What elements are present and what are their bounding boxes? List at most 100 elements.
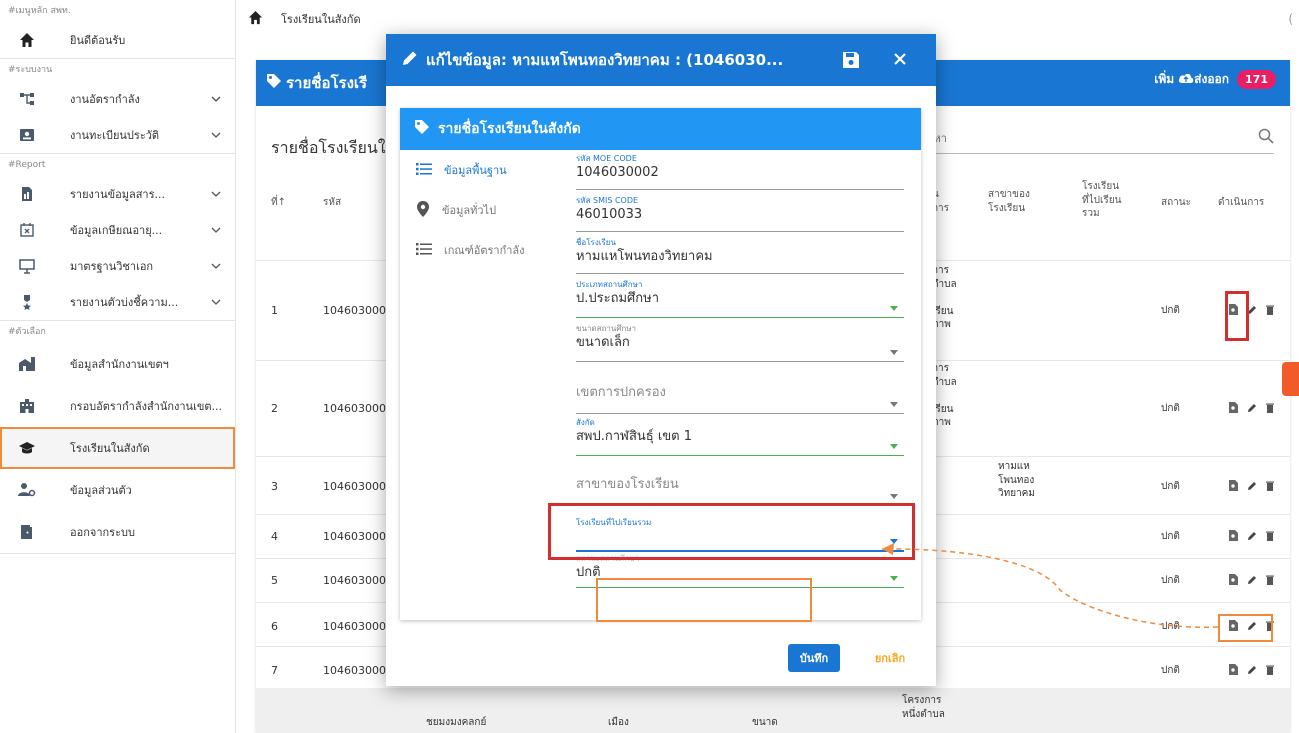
row-5-actions [1229, 574, 1274, 588]
sidebar: #เมนูหลัก สพท. ยินดีต้อนรับ #ระบบงาน งาน… [0, 0, 236, 733]
moe-code-field[interactable]: รหัส MOE CODE 1046030002 [576, 154, 904, 190]
row-2-status: ปกติ [1161, 403, 1180, 414]
sidebar-item-welcome[interactable]: ยินดีต้อนรับ [0, 22, 235, 58]
sidebar-item-indicator[interactable]: รายงานตัวบ่งชี้ความ... [0, 284, 235, 320]
row-6-code: 104603000 [323, 620, 386, 633]
affiliation-select[interactable]: สังกัด สพป.กาฬสินธุ์ เขต 1 [576, 418, 904, 456]
sidebar-item-label: ออกจากระบบ [70, 526, 135, 539]
sidebar-item-label: ยินดีต้อนรับ [70, 34, 126, 47]
field-label: รหัส SMIS CODE [576, 196, 639, 205]
view-icon[interactable] [1229, 402, 1238, 416]
sidebar-item-office-manpower[interactable]: กรอบอัตรากำลังสำนักงานเขต... [0, 385, 235, 427]
sidebar-item-registry[interactable]: งานทะเบียนประวัติ [0, 117, 235, 153]
sidebar-item-label: ข้อมูลส่วนตัว [70, 484, 132, 497]
school-name-field[interactable]: ชื่อโรงเรียน หามแหโพนทองวิทยาคม [576, 238, 904, 274]
tab-label: ข้อมูลทั่วไป [442, 204, 497, 217]
edge-glyph: ( [1288, 12, 1293, 26]
view-icon[interactable] [1229, 574, 1238, 588]
view-icon[interactable] [1229, 664, 1238, 678]
field-value: สพป.กาฬสินธุ์ เขต 1 [576, 429, 693, 444]
delete-icon[interactable] [1266, 574, 1274, 588]
delete-icon[interactable] [1266, 480, 1274, 494]
delete-icon[interactable] [1266, 664, 1274, 678]
home-icon[interactable] [248, 10, 263, 28]
edit-icon[interactable] [1247, 530, 1257, 544]
award-icon [18, 293, 36, 311]
dropdown-caret-icon [890, 494, 898, 499]
sidebar-item-logout[interactable]: ออกจากระบบ [0, 511, 235, 553]
footer-cell-b: เมือง [608, 717, 629, 728]
save-button[interactable]: บันทึก [788, 644, 840, 672]
view-icon[interactable] [1229, 480, 1238, 494]
export-button[interactable]: ส่งออก [1194, 70, 1229, 89]
breadcrumb: โรงเรียนในสังกัด [281, 13, 361, 26]
close-icon[interactable] [892, 51, 908, 71]
row-3-no: 3 [271, 480, 278, 493]
view-icon[interactable] [1229, 530, 1238, 544]
sidebar-item-label: กรอบอัตรากำลังสำนักงานเขต... [70, 400, 222, 413]
graduation-cap-icon [18, 439, 36, 457]
row-5-code: 104603000 [323, 574, 386, 587]
sidebar-header-system: #ระบบงาน [8, 65, 53, 75]
sidebar-item-label: ข้อมูลเกษียณอายุ... [70, 224, 163, 237]
dropdown-caret-icon [890, 576, 898, 581]
school-branch-select[interactable]: สาขาของโรงเรียน [576, 476, 904, 506]
sidebar-item-label: รายงานข้อมูลสาร... [70, 188, 166, 201]
sidebar-item-area-office[interactable]: ข้อมูลสำนักงานเขตฯ [0, 343, 235, 385]
row-2-code: 104603000 [323, 402, 386, 415]
footer-project: โครงการ หนึ่งตำบล [902, 695, 945, 720]
delete-icon[interactable] [1266, 530, 1274, 544]
column-header-code[interactable]: รหัส [323, 196, 341, 210]
save-icon[interactable] [842, 51, 860, 73]
edit-icon[interactable] [1247, 402, 1257, 416]
smis-code-field[interactable]: รหัส SMIS CODE 46010033 [576, 196, 904, 232]
sidebar-header-main-menu: #เมนูหลัก สพท. [8, 6, 71, 16]
search-icon[interactable] [1258, 128, 1274, 147]
sidebar-item-label: ข้อมูลสำนักงานเขตฯ [70, 358, 169, 371]
cancel-button[interactable]: ยกเลิก [862, 644, 918, 672]
highlight-joined-school-field [548, 503, 915, 560]
column-header-no[interactable]: ที่↑ [271, 196, 286, 210]
field-placeholder: เขตการปกครอง [576, 385, 666, 400]
tab-basic-info[interactable]: ข้อมูลพื้นฐาน [400, 150, 570, 190]
sidebar-item-retirement[interactable]: ข้อมูลเกษียณอายุ... [0, 212, 235, 248]
count-badge: 171 [1237, 70, 1276, 89]
add-button[interactable]: เพิ่ม [1154, 70, 1174, 89]
field-label: ชื่อโรงเรียน [576, 238, 616, 247]
tab-manpower-criteria[interactable]: เกณฑ์อัตรากำลัง [400, 230, 570, 270]
edit-icon[interactable] [1247, 480, 1257, 494]
tab-label: ข้อมูลพื้นฐาน [444, 164, 507, 177]
edu-type-select[interactable]: ประเภทสถานศึกษา ป.ประถมศึกษา [576, 280, 904, 318]
user-settings-icon [18, 481, 36, 499]
tab-label: เกณฑ์อัตรากำลัง [444, 244, 525, 257]
tab-general-info[interactable]: ข้อมูลทั่วไป [400, 190, 570, 230]
sidebar-item-label: งานอัตรากำลัง [70, 93, 140, 106]
school-size-select[interactable]: ขนาดสถานศึกษา ขนาดเล็ก [576, 324, 904, 362]
top-bar: โรงเรียนในสังกัด ( [236, 0, 1299, 38]
chevron-down-icon [211, 187, 221, 201]
search-input[interactable] [926, 124, 1226, 152]
sidebar-item-profile[interactable]: ข้อมูลส่วนตัว [0, 469, 235, 511]
report-file-icon [18, 185, 36, 203]
form-card-title: รายชื่อโรงเรียนในสังกัด [438, 121, 581, 137]
sidebar-item-manpower[interactable]: งานอัตรากำลัง [0, 81, 235, 117]
sidebar-item-report-info[interactable]: รายงานข้อมูลสาร... [0, 176, 235, 212]
chevron-down-icon [211, 92, 221, 106]
admin-zone-select[interactable]: เขตการปกครอง [576, 384, 904, 414]
sidebar-item-major-standard[interactable]: มาตรฐานวิชาเอก [0, 248, 235, 284]
delete-icon[interactable] [1266, 402, 1274, 416]
row-2-no: 2 [271, 402, 278, 415]
cloud-upload-icon[interactable] [1178, 72, 1194, 87]
sidebar-item-schools[interactable]: โรงเรียนในสังกัด [0, 427, 235, 469]
chevron-down-icon [211, 223, 221, 237]
desktop-icon [18, 257, 36, 275]
delete-icon[interactable] [1266, 304, 1274, 318]
dropdown-caret-icon [890, 444, 898, 449]
search-field[interactable] [926, 124, 1274, 154]
pencil-icon [402, 50, 418, 70]
edit-icon[interactable] [1247, 574, 1257, 588]
edit-icon[interactable] [1247, 664, 1257, 678]
sidebar-header-report: #Report [8, 160, 46, 170]
column-header-actions: ดำเนินการ [1218, 197, 1265, 208]
side-tab[interactable] [1282, 362, 1299, 396]
